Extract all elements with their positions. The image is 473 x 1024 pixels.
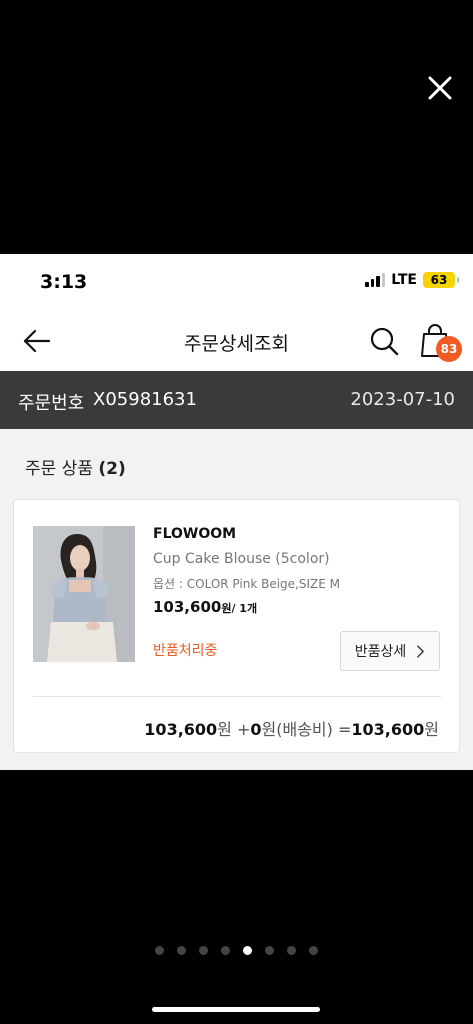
- status-time: 3:13: [40, 271, 88, 293]
- summary-shipping: 0: [250, 720, 262, 739]
- order-number: X05981631: [93, 389, 197, 410]
- page-title: 주문상세조회: [184, 333, 289, 355]
- page-dot[interactable]: [265, 946, 274, 955]
- page-dot[interactable]: [243, 946, 252, 955]
- page-dot[interactable]: [221, 946, 230, 955]
- price-summary: 103,600원 +0원(배송비) =103,600원: [144, 716, 439, 740]
- cart-count-badge: 83: [436, 336, 462, 362]
- screenshot-view: 3:13 LTE 63 주문상세조회 83 주문번호 X05981631 202…: [0, 254, 473, 770]
- section-title-text: 주문 상품: [25, 459, 93, 479]
- page-dot[interactable]: [199, 946, 208, 955]
- order-info-bar: 주문번호 X05981631 2023-07-10: [0, 371, 473, 429]
- product-option: 옵션 : COLOR Pink Beige,SIZE M: [153, 577, 340, 591]
- order-number-label: 주문번호: [18, 393, 85, 414]
- divider: [33, 696, 441, 697]
- close-button[interactable]: [424, 72, 456, 104]
- summary-won: 원: [424, 720, 439, 739]
- page-dot[interactable]: [287, 946, 296, 955]
- product-image[interactable]: [33, 526, 135, 662]
- return-detail-label: 반품상세: [354, 644, 407, 660]
- page-dot[interactable]: [155, 946, 164, 955]
- order-date: 2023-07-10: [350, 389, 455, 410]
- battery-icon: 63: [423, 272, 459, 288]
- summary-won-plus: 원 +: [217, 720, 251, 739]
- page-dot[interactable]: [177, 946, 186, 955]
- chevron-right-icon: [417, 644, 425, 658]
- close-icon: [428, 76, 452, 100]
- top-nav: 주문상세조회: [0, 316, 473, 366]
- order-item-card: FLOWOOM Cup Cake Blouse (5color) 옵션 : CO…: [13, 499, 460, 753]
- section-title: 주문 상품 (2): [25, 454, 126, 479]
- return-status-text: 반품처리중: [153, 643, 218, 659]
- return-detail-button[interactable]: 반품상세: [340, 631, 440, 671]
- network-type: LTE: [391, 272, 417, 288]
- status-bar: 3:13 LTE 63: [0, 254, 473, 310]
- search-icon: [370, 327, 399, 356]
- signal-icon: [365, 273, 386, 287]
- summary-total: 103,600: [351, 720, 425, 739]
- product-name[interactable]: Cup Cake Blouse (5color): [153, 551, 330, 567]
- order-items-section: 주문 상품 (2) FLOWOOM Cup Cake Blouse (5colo…: [0, 429, 473, 770]
- section-item-count: (2): [98, 459, 126, 479]
- search-button[interactable]: [367, 324, 401, 358]
- product-price-unit: 원/ 1개: [221, 602, 258, 615]
- summary-item-price: 103,600: [144, 720, 218, 739]
- product-brand: FLOWOOM: [153, 526, 237, 542]
- home-indicator: [152, 1007, 320, 1012]
- summary-shipping-label: 원(배송비) =: [261, 720, 352, 739]
- page-dot[interactable]: [309, 946, 318, 955]
- product-price-value: 103,600: [153, 598, 222, 616]
- product-price: 103,600원/ 1개: [153, 598, 257, 616]
- page-indicator[interactable]: [0, 946, 473, 955]
